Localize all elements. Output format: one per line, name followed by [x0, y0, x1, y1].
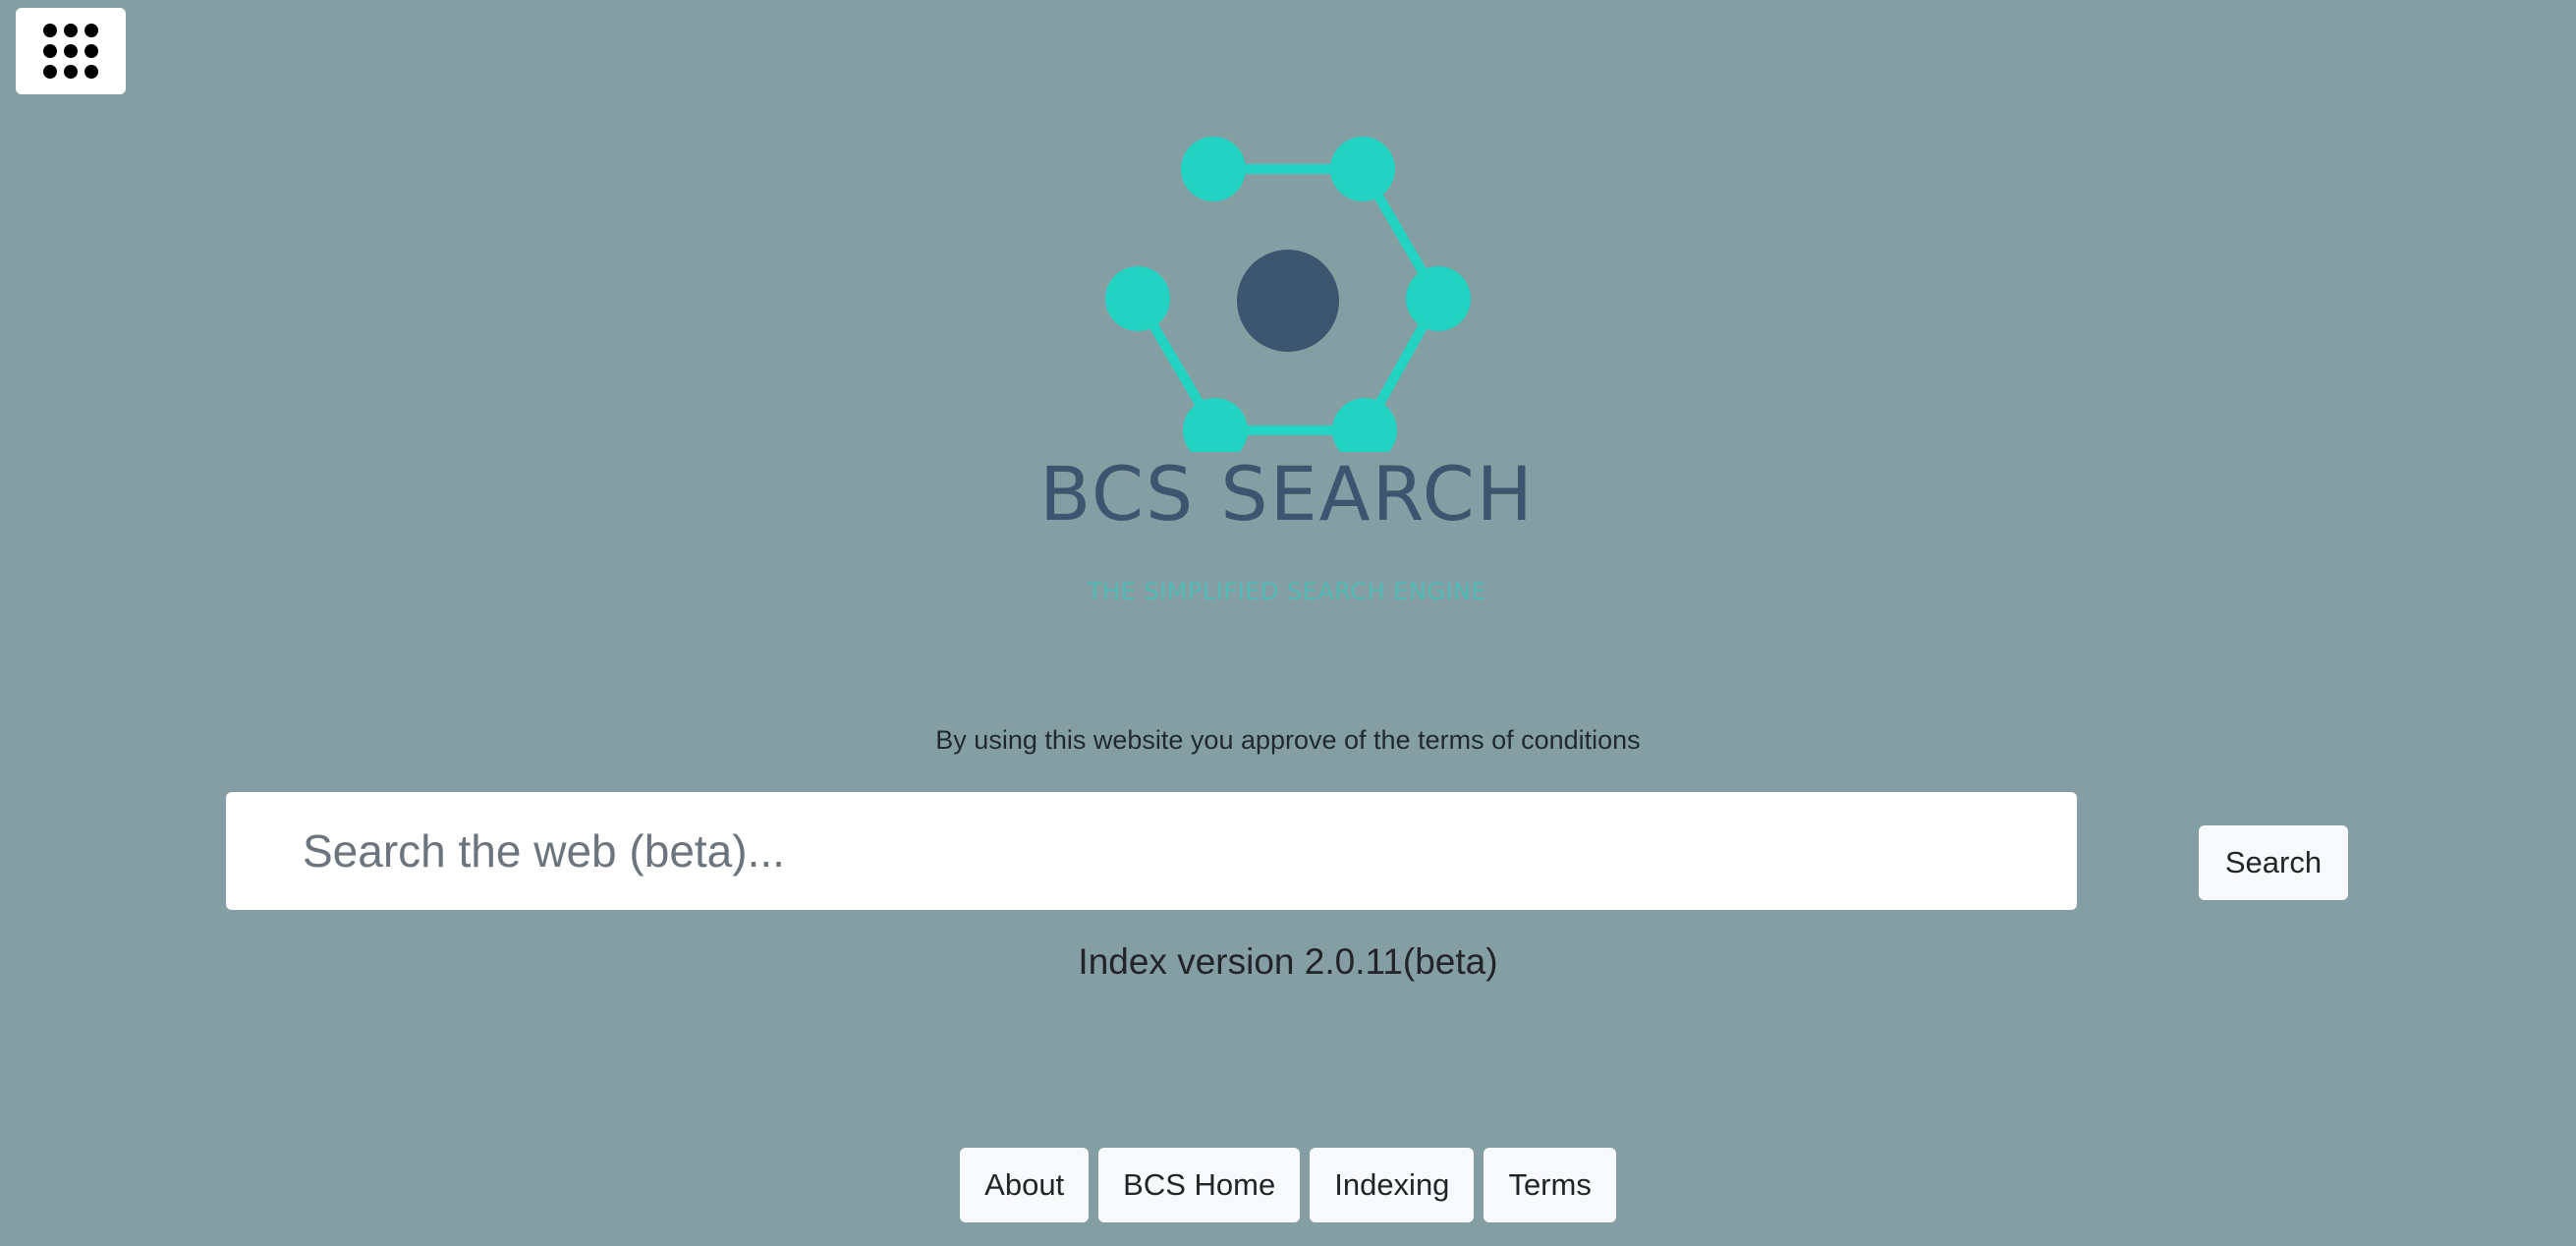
- apps-menu-button[interactable]: [16, 8, 126, 94]
- index-version: Index version 2.0.11(beta): [1078, 941, 1498, 982]
- footer-nav: About BCS Home Indexing Terms: [0, 1148, 2576, 1222]
- page: BCS SEARCH THE SIMPLIFIED SEARCH ENGINE …: [0, 0, 2576, 1246]
- about-button[interactable]: About: [960, 1148, 1090, 1222]
- bcs-home-button[interactable]: BCS Home: [1098, 1148, 1301, 1222]
- logo-subtitle: THE SIMPLIFIED SEARCH ENGINE: [1087, 578, 1487, 605]
- apps-grid-icon: [43, 24, 98, 79]
- terms-notice: By using this website you approve of the…: [935, 725, 1641, 755]
- terms-button[interactable]: Terms: [1484, 1148, 1616, 1222]
- indexing-button[interactable]: Indexing: [1310, 1148, 1475, 1222]
- logo-title: BCS SEARCH: [1039, 450, 1535, 538]
- hexagon-network-logo-icon: [1105, 137, 1471, 452]
- bcs-search-logo: BCS SEARCH THE SIMPLIFIED SEARCH ENGINE: [1022, 118, 1552, 629]
- search-button[interactable]: Search: [2199, 825, 2348, 900]
- search-input[interactable]: [226, 792, 2077, 910]
